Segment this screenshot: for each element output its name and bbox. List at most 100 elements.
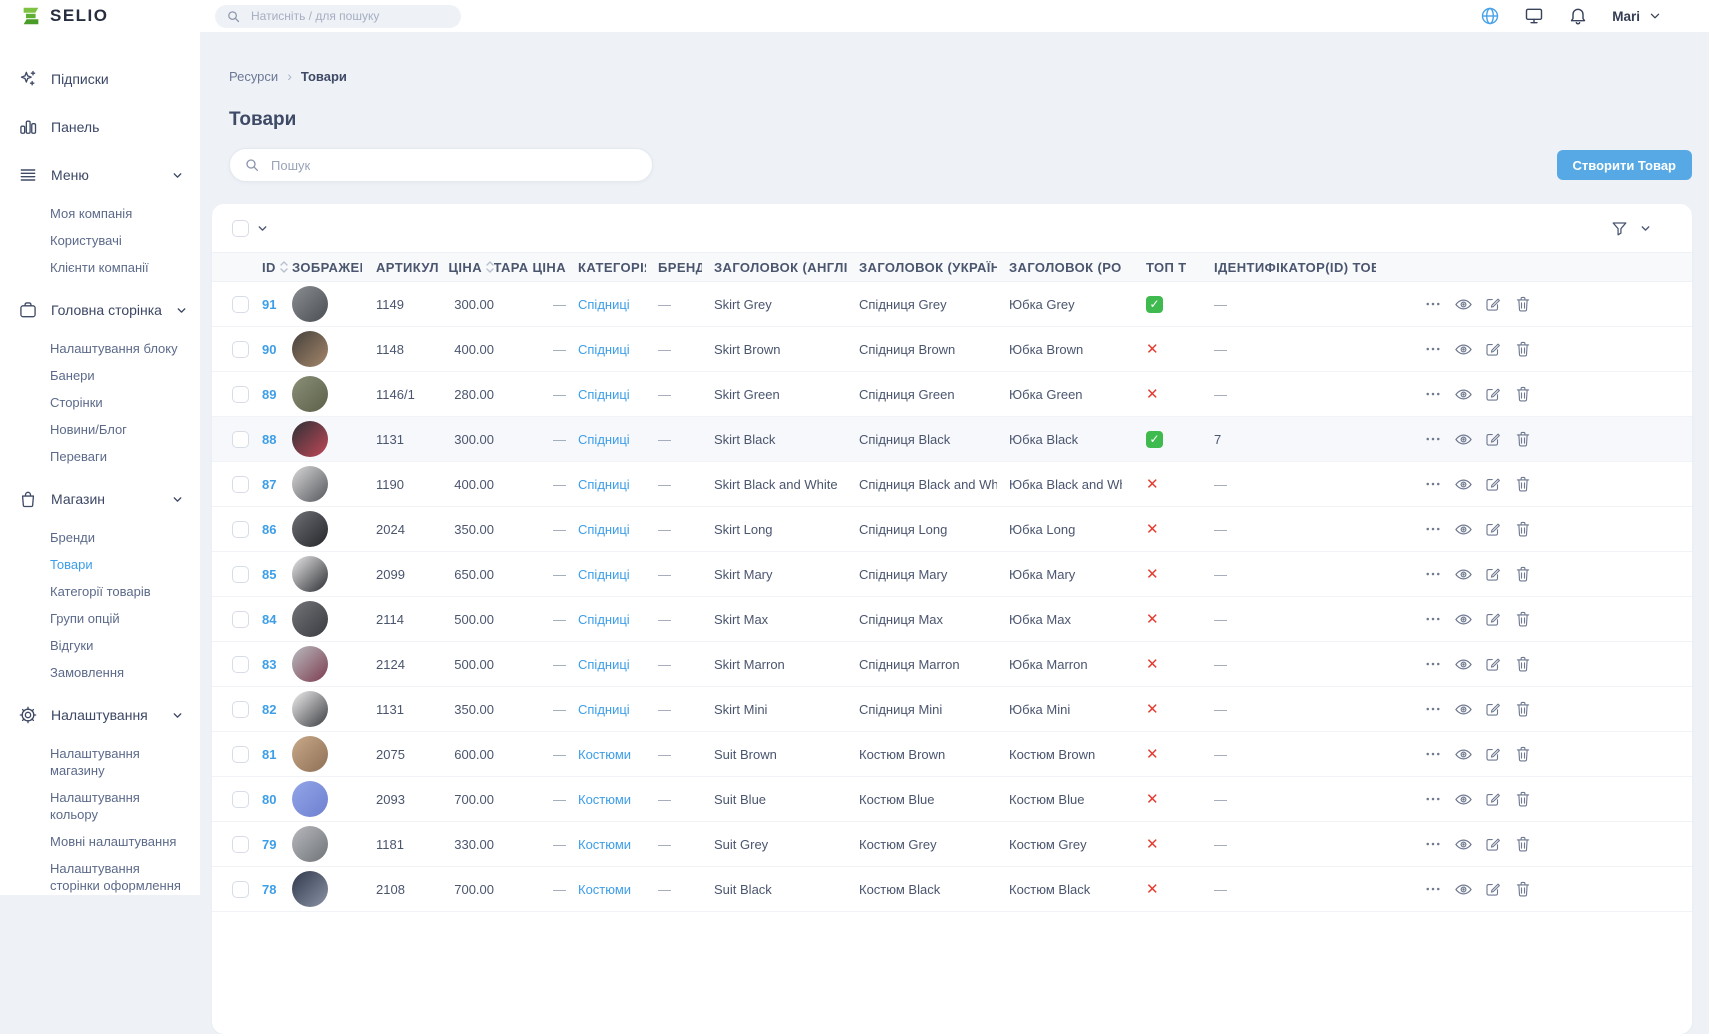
row-checkbox[interactable] <box>232 341 249 358</box>
product-id-link[interactable]: 86 <box>262 522 276 537</box>
row-checkbox[interactable] <box>232 701 249 718</box>
delete-button[interactable] <box>1514 745 1532 763</box>
delete-button[interactable] <box>1514 880 1532 898</box>
filter-chevron-icon[interactable] <box>1639 222 1652 235</box>
product-id-link[interactable]: 85 <box>262 567 276 582</box>
edit-button[interactable] <box>1484 430 1502 448</box>
sidebar-subitem[interactable]: Моя компанія <box>0 200 200 227</box>
more-actions-button[interactable] <box>1424 700 1442 718</box>
row-checkbox[interactable] <box>232 791 249 808</box>
filter-funnel-icon[interactable] <box>1610 219 1629 238</box>
edit-button[interactable] <box>1484 475 1502 493</box>
row-checkbox[interactable] <box>232 566 249 583</box>
more-actions-button[interactable] <box>1424 880 1442 898</box>
view-button[interactable] <box>1454 520 1472 538</box>
product-id-link[interactable]: 90 <box>262 342 276 357</box>
delete-button[interactable] <box>1514 340 1532 358</box>
edit-button[interactable] <box>1484 520 1502 538</box>
product-id-link[interactable]: 87 <box>262 477 276 492</box>
delete-button[interactable] <box>1514 565 1532 583</box>
view-button[interactable] <box>1454 340 1472 358</box>
edit-button[interactable] <box>1484 295 1502 313</box>
row-checkbox[interactable] <box>232 431 249 448</box>
more-actions-button[interactable] <box>1424 565 1442 583</box>
row-checkbox[interactable] <box>232 386 249 403</box>
sidebar-subitem[interactable]: Мовні налаштування <box>0 828 200 855</box>
edit-button[interactable] <box>1484 610 1502 628</box>
view-button[interactable] <box>1454 430 1472 448</box>
view-button[interactable] <box>1454 385 1472 403</box>
monitor-icon[interactable] <box>1524 6 1544 26</box>
edit-button[interactable] <box>1484 655 1502 673</box>
edit-button[interactable] <box>1484 790 1502 808</box>
sidebar-subitem[interactable]: Групи опцій <box>0 605 200 632</box>
more-actions-button[interactable] <box>1424 835 1442 853</box>
product-category-link[interactable]: Спідниці <box>578 522 630 537</box>
product-category-link[interactable]: Костюми <box>578 837 631 852</box>
row-checkbox[interactable] <box>232 521 249 538</box>
column-header[interactable]: КАТЕГОРІЯ <box>566 260 646 275</box>
product-category-link[interactable]: Спідниці <box>578 612 630 627</box>
product-id-link[interactable]: 89 <box>262 387 276 402</box>
more-actions-button[interactable] <box>1424 610 1442 628</box>
product-id-link[interactable]: 84 <box>262 612 276 627</box>
sidebar-subitem[interactable]: Користувачі <box>0 227 200 254</box>
product-category-link[interactable]: Костюми <box>578 747 631 762</box>
product-category-link[interactable]: Спідниці <box>578 342 630 357</box>
delete-button[interactable] <box>1514 610 1532 628</box>
edit-button[interactable] <box>1484 340 1502 358</box>
sidebar-subitem[interactable]: Товари <box>0 551 200 578</box>
sidebar-item-home-page[interactable]: Головна сторінка <box>0 286 200 334</box>
edit-button[interactable] <box>1484 700 1502 718</box>
notifications-bell-icon[interactable] <box>1568 6 1588 26</box>
delete-button[interactable] <box>1514 790 1532 808</box>
sidebar-subitem[interactable]: Налаштування магазину <box>0 740 200 784</box>
view-button[interactable] <box>1454 610 1472 628</box>
edit-button[interactable] <box>1484 565 1502 583</box>
product-id-link[interactable]: 91 <box>262 297 276 312</box>
edit-button[interactable] <box>1484 835 1502 853</box>
product-id-link[interactable]: 80 <box>262 792 276 807</box>
sidebar-subitem[interactable]: Переваги <box>0 443 200 470</box>
delete-button[interactable] <box>1514 385 1532 403</box>
column-header[interactable]: АРТИКУЛ <box>362 260 442 275</box>
sidebar-item-dashboard[interactable]: Панель <box>0 103 200 151</box>
row-checkbox[interactable] <box>232 656 249 673</box>
sidebar-subitem[interactable]: Замовлення <box>0 659 200 686</box>
view-button[interactable] <box>1454 745 1472 763</box>
row-checkbox[interactable] <box>232 296 249 313</box>
product-category-link[interactable]: Спідниці <box>578 567 630 582</box>
delete-button[interactable] <box>1514 835 1532 853</box>
sidebar-subitem[interactable]: Категорії товарів <box>0 578 200 605</box>
user-menu[interactable]: Mari <box>1612 9 1661 24</box>
more-actions-button[interactable] <box>1424 295 1442 313</box>
sidebar-subitem[interactable]: Новини/Блог <box>0 416 200 443</box>
row-checkbox[interactable] <box>232 476 249 493</box>
product-category-link[interactable]: Спідниці <box>578 297 630 312</box>
bulk-actions-chevron-icon[interactable] <box>256 222 269 235</box>
sidebar-subitem[interactable]: Банери <box>0 362 200 389</box>
sidebar-item-shop[interactable]: Магазин <box>0 475 200 523</box>
product-category-link[interactable]: Костюми <box>578 792 631 807</box>
view-button[interactable] <box>1454 295 1472 313</box>
sidebar-subitem[interactable]: Налаштування кольору <box>0 784 200 828</box>
more-actions-button[interactable] <box>1424 790 1442 808</box>
sidebar-item-settings[interactable]: Налаштування <box>0 691 200 739</box>
view-button[interactable] <box>1454 565 1472 583</box>
more-actions-button[interactable] <box>1424 340 1442 358</box>
view-button[interactable] <box>1454 700 1472 718</box>
language-globe-icon[interactable] <box>1480 6 1500 26</box>
product-id-link[interactable]: 83 <box>262 657 276 672</box>
more-actions-button[interactable] <box>1424 475 1442 493</box>
view-button[interactable] <box>1454 835 1472 853</box>
delete-button[interactable] <box>1514 700 1532 718</box>
select-all-checkbox[interactable] <box>232 220 249 237</box>
brand-logo[interactable]: SELIO <box>0 5 200 27</box>
edit-button[interactable] <box>1484 880 1502 898</box>
edit-button[interactable] <box>1484 385 1502 403</box>
product-id-link[interactable]: 78 <box>262 882 276 897</box>
row-checkbox[interactable] <box>232 836 249 853</box>
more-actions-button[interactable] <box>1424 385 1442 403</box>
product-id-link[interactable]: 81 <box>262 747 276 762</box>
breadcrumb-resources[interactable]: Ресурси <box>229 69 278 84</box>
